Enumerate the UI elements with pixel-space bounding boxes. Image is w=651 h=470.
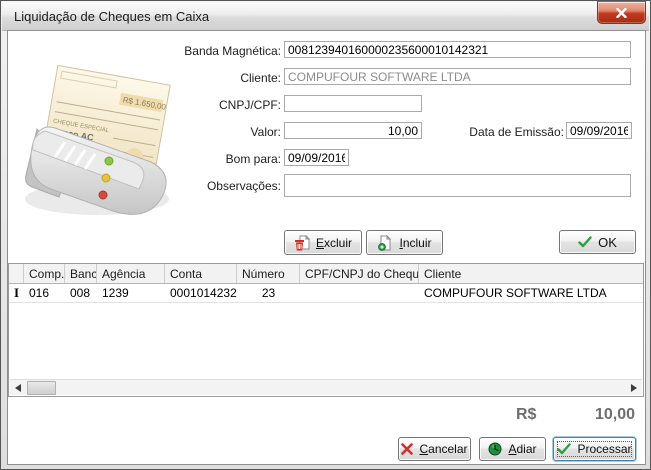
cancel-x-icon: [401, 443, 413, 455]
cnpj-cpf-input[interactable]: [284, 95, 422, 112]
cheques-grid[interactable]: Comp. Banco Agência Conta Número CPF/CNP…: [8, 263, 644, 397]
scroll-right-icon: [631, 384, 637, 392]
row-indicator: I: [9, 284, 24, 302]
excluir-label: Excluir: [316, 236, 352, 250]
cliente-input[interactable]: [284, 68, 631, 85]
cell-conta: 0001014232: [165, 284, 237, 302]
col-header-numero: Número: [237, 264, 300, 283]
cell-agencia: 1239: [97, 284, 165, 302]
bom-para-input[interactable]: [284, 149, 349, 166]
valor-label: Valor:: [128, 125, 281, 139]
led-yellow: [102, 174, 110, 182]
led-red: [99, 191, 107, 199]
excluir-button[interactable]: Excluir: [284, 230, 362, 255]
incluir-label: Incluir: [399, 236, 431, 250]
banda-magnetica-label: Banda Magnética:: [128, 44, 281, 58]
col-header-cpf-cnpj: CPF/CNPJ do Cheque: [300, 264, 419, 283]
delete-document-icon: [294, 235, 310, 251]
title-bar[interactable]: Liquidação de Cheques em Caixa: [2, 2, 649, 31]
data-emissao-input[interactable]: [566, 122, 632, 139]
col-header-cliente: Cliente: [419, 264, 643, 283]
bom-para-label: Bom para:: [128, 152, 281, 166]
clock-icon: [488, 442, 502, 456]
cancelar-label: Cancelar: [419, 442, 467, 456]
valor-input[interactable]: [284, 122, 422, 139]
cell-numero: 23: [237, 284, 300, 302]
check-icon: [578, 236, 592, 248]
cancelar-button[interactable]: Cancelar: [398, 437, 471, 461]
col-header-conta: Conta: [165, 264, 237, 283]
cell-comp: 016: [24, 284, 65, 302]
horizontal-scrollbar[interactable]: [10, 379, 642, 395]
cell-cpf-cnpj: [300, 284, 419, 302]
ibeam-cursor-icon: I: [14, 285, 19, 301]
processar-button[interactable]: Processar: [553, 437, 636, 461]
adiar-label: Adiar: [508, 442, 536, 456]
close-button[interactable]: [597, 1, 646, 24]
grid-row[interactable]: I 016 008 1239 0001014232 23 COMPUFOUR S…: [9, 284, 643, 303]
cell-banco: 008: [65, 284, 97, 302]
grid-header: Comp. Banco Agência Conta Número CPF/CNP…: [9, 264, 643, 284]
adiar-button[interactable]: Adiar: [479, 437, 546, 461]
close-icon: [616, 8, 627, 18]
add-document-icon: [377, 235, 393, 251]
processar-label: Processar: [577, 442, 631, 456]
col-header-banco: Banco: [65, 264, 97, 283]
scrollbar-thumb[interactable]: [27, 381, 56, 395]
grid-indicator-header: [9, 264, 24, 283]
led-green: [105, 157, 113, 165]
scroll-right-button[interactable]: [626, 380, 642, 395]
total-currency: R$: [516, 406, 536, 424]
col-header-agencia: Agência: [97, 264, 165, 283]
ok-label: OK: [598, 235, 617, 250]
scrollbar-track[interactable]: [26, 380, 626, 395]
banda-magnetica-input[interactable]: [284, 41, 631, 58]
process-check-icon: [557, 443, 571, 455]
dialog-client-area: R$ 1.650,00 CHEQUE ESPECIAL Banco AC: [7, 30, 646, 465]
observacoes-label: Observações:: [128, 179, 281, 193]
col-header-comp: Comp.: [24, 264, 65, 283]
observacoes-input[interactable]: [284, 174, 631, 197]
dialog-window: Liquidação de Cheques em Caixa: [0, 0, 651, 470]
cliente-label: Cliente:: [128, 71, 281, 85]
window-title: Liquidação de Cheques em Caixa: [14, 9, 209, 24]
total-value: 10,00: [543, 406, 635, 424]
scroll-left-button[interactable]: [10, 380, 26, 395]
ok-button[interactable]: OK: [559, 230, 636, 254]
data-emissao-label: Data de Emissão:: [458, 125, 564, 139]
cnpj-cpf-label: CNPJ/CPF:: [128, 98, 281, 112]
scroll-left-icon: [15, 384, 21, 392]
incluir-button[interactable]: Incluir: [366, 230, 443, 255]
cell-cliente: COMPUFOUR SOFTWARE LTDA: [419, 284, 643, 302]
